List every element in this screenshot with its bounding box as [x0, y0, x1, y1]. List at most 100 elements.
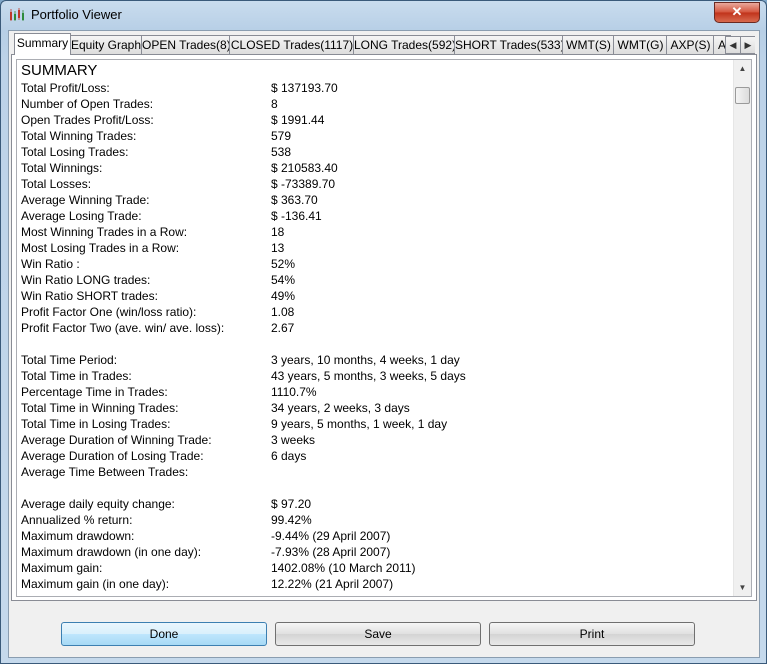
summary-row: Profit Factor One (win/loss ratio): 1.08 — [21, 304, 731, 320]
summary-label: Total Losses: — [21, 177, 92, 191]
summary-label: Win Ratio SHORT trades: — [21, 289, 158, 303]
summary-value: 9 years, 5 months, 1 week, 1 day — [271, 417, 448, 431]
summary-label: Most Winning Trades in a Row: — [21, 225, 188, 239]
summary-value: 1402.08% (10 March 2011) — [271, 561, 416, 575]
summary-row: Most Winning Trades in a Row: 18 — [21, 224, 731, 240]
summary-value: 1.08 — [271, 305, 295, 319]
summary-label: Maximum gain: — [21, 561, 103, 575]
summary-row: Most Losing Trades in a Row: 13 — [21, 240, 731, 256]
summary-row: Average Losing Trade: $ -136.41 — [21, 208, 731, 224]
tab-wmt-g[interactable]: WMT(G) — [613, 35, 668, 55]
summary-label: Total Time in Trades: — [21, 369, 132, 383]
chevron-right-icon[interactable]: ▶ — [740, 36, 755, 54]
tab-strip: Summary Equity Graph OPEN Trades(8) CLOS… — [11, 33, 755, 55]
summary-value: 3 years, 10 months, 4 weeks, 1 day — [271, 353, 460, 367]
summary-row: Total Winning Trades: 579 — [21, 128, 731, 144]
portfolio-viewer-window: Portfolio Viewer ✕ Summary Equity Graph … — [0, 0, 767, 664]
chevron-left-icon[interactable]: ◀ — [725, 36, 741, 54]
window-title: Portfolio Viewer — [31, 7, 122, 22]
summary-label: Most Losing Trades in a Row: — [21, 241, 180, 255]
summary-label: Open Trades Profit/Loss: — [21, 113, 154, 127]
summary-row: Percentage Time in Trades: 1110.7% — [21, 384, 731, 400]
summary-row: Total Time in Winning Trades: 34 years, 2… — [21, 400, 731, 416]
summary-row: Total Time Period: 3 years, 10 months, 4 … — [21, 352, 731, 368]
summary-row: Total Time in Losing Trades: 9 years, 5 m… — [21, 416, 731, 432]
summary-value: 8 — [271, 97, 278, 111]
summary-value: -9.44% (29 April 2007) — [271, 529, 391, 543]
summary-value: 52% — [271, 257, 296, 271]
summary-value: $ -73389.70 — [271, 177, 336, 191]
summary-value: 579 — [271, 129, 292, 143]
summary-value: -7.93% (28 April 2007) — [271, 545, 391, 559]
summary-label: Number of Open Trades: — [21, 97, 154, 111]
summary-row: Total Profit/Loss: $ 137193.70 — [21, 80, 731, 96]
summary-label: Total Winnings: — [21, 161, 103, 175]
summary-label: Total Winning Trades: — [21, 129, 137, 143]
close-button[interactable]: ✕ — [714, 2, 760, 23]
summary-label: Percentage Time in Trades: — [21, 385, 168, 399]
summary-label: Annualized % return: — [21, 513, 133, 527]
summary-textbox[interactable]: SUMMARY Total Profit/Loss: $ 137193.70 Num… — [16, 59, 752, 597]
print-button[interactable]: Print — [489, 622, 695, 646]
summary-value: 99.42% — [271, 513, 312, 527]
summary-label: Average Duration of Winning Trade: — [21, 433, 212, 447]
summary-value: $ 363.70 — [271, 193, 318, 207]
candlestick-chart-icon — [10, 8, 24, 21]
scroll-up-arrow-icon[interactable]: ▲ — [734, 60, 751, 77]
tab-wmt-s[interactable]: WMT(S) — [562, 35, 615, 55]
summary-row: Average Duration of Losing Trade: 6 days — [21, 448, 731, 464]
tab-closed-trades[interactable]: CLOSED Trades(1117) — [229, 35, 355, 55]
summary-value: 538 — [271, 145, 292, 159]
summary-value: 2.67 — [271, 321, 295, 335]
scroll-down-arrow-icon[interactable]: ▼ — [734, 579, 751, 596]
summary-value: 49% — [271, 289, 296, 303]
summary-value: 12.22% (21 April 2007) — [271, 577, 394, 591]
summary-row: Total Losing Trades: 538 — [21, 144, 731, 160]
summary-value: 6 days — [271, 449, 307, 463]
summary-row: Maximum gain (in one day): 12.22% (21 Apr… — [21, 576, 731, 592]
summary-label: Total Time in Winning Trades: — [21, 401, 179, 415]
summary-value: 18 — [271, 225, 285, 239]
tab-long-trades[interactable]: LONG Trades(592) — [353, 35, 456, 55]
summary-label: Maximum drawdown: — [21, 529, 135, 543]
summary-row: Maximum gain: 1402.08% (10 March 2011) — [21, 560, 731, 576]
save-button[interactable]: Save — [275, 622, 481, 646]
summary-content: SUMMARY Total Profit/Loss: $ 137193.70 Num… — [21, 62, 731, 592]
summary-row: Maximum drawdown (in one day): -7.93% (28… — [21, 544, 731, 560]
vertical-scrollbar[interactable]: ▲ ▼ — [733, 60, 751, 596]
tab-equity-graph[interactable]: Equity Graph — [69, 35, 143, 55]
summary-label: Win Ratio : — [21, 257, 80, 271]
summary-label: Average Time Between Trades: — [21, 465, 189, 479]
scroll-thumb[interactable] — [735, 87, 750, 104]
client-area: Summary Equity Graph OPEN Trades(8) CLOS… — [8, 30, 760, 658]
summary-row: Total Losses: $ -73389.70 — [21, 176, 731, 192]
summary-row: Total Winnings: $ 210583.40 — [21, 160, 731, 176]
summary-value: $ 1991.44 — [271, 113, 325, 127]
summary-label: Win Ratio LONG trades: — [21, 273, 151, 287]
done-button[interactable]: Done — [61, 622, 267, 646]
close-icon: ✕ — [731, 4, 743, 19]
tab-axp-s[interactable]: AXP(S) — [666, 35, 715, 55]
tab-open-trades[interactable]: OPEN Trades(8) — [141, 35, 231, 55]
summary-label: Total Losing Trades: — [21, 145, 129, 159]
summary-panel: SUMMARY Total Profit/Loss: $ 137193.70 Num… — [11, 54, 757, 601]
summary-value: $ -136.41 — [271, 209, 322, 223]
tab-summary[interactable]: Summary — [14, 33, 71, 55]
summary-value: 13 — [271, 241, 285, 255]
summary-row: Profit Factor Two (ave. win/ ave. loss):… — [21, 320, 731, 336]
summary-label: Total Time in Losing Trades: — [21, 417, 171, 431]
tab-short-trades[interactable]: SHORT Trades(533) — [454, 35, 564, 55]
summary-row: Average Duration of Winning Trade: 3 week… — [21, 432, 731, 448]
summary-label: Maximum drawdown (in one day): — [21, 545, 202, 559]
summary-row: Win Ratio : 52% — [21, 256, 731, 272]
summary-value: 3 weeks — [271, 433, 316, 447]
summary-row: Maximum drawdown: -9.44% (29 April 2007) — [21, 528, 731, 544]
summary-row: Annualized % return: 99.42% — [21, 512, 731, 528]
title-bar[interactable]: Portfolio Viewer ✕ — [1, 1, 766, 29]
summary-row: Win Ratio SHORT trades: 49% — [21, 288, 731, 304]
summary-row: Number of Open Trades: 8 — [21, 96, 731, 112]
summary-row: Win Ratio LONG trades: 54% — [21, 272, 731, 288]
summary-label: Profit Factor One (win/loss ratio): — [21, 305, 197, 319]
